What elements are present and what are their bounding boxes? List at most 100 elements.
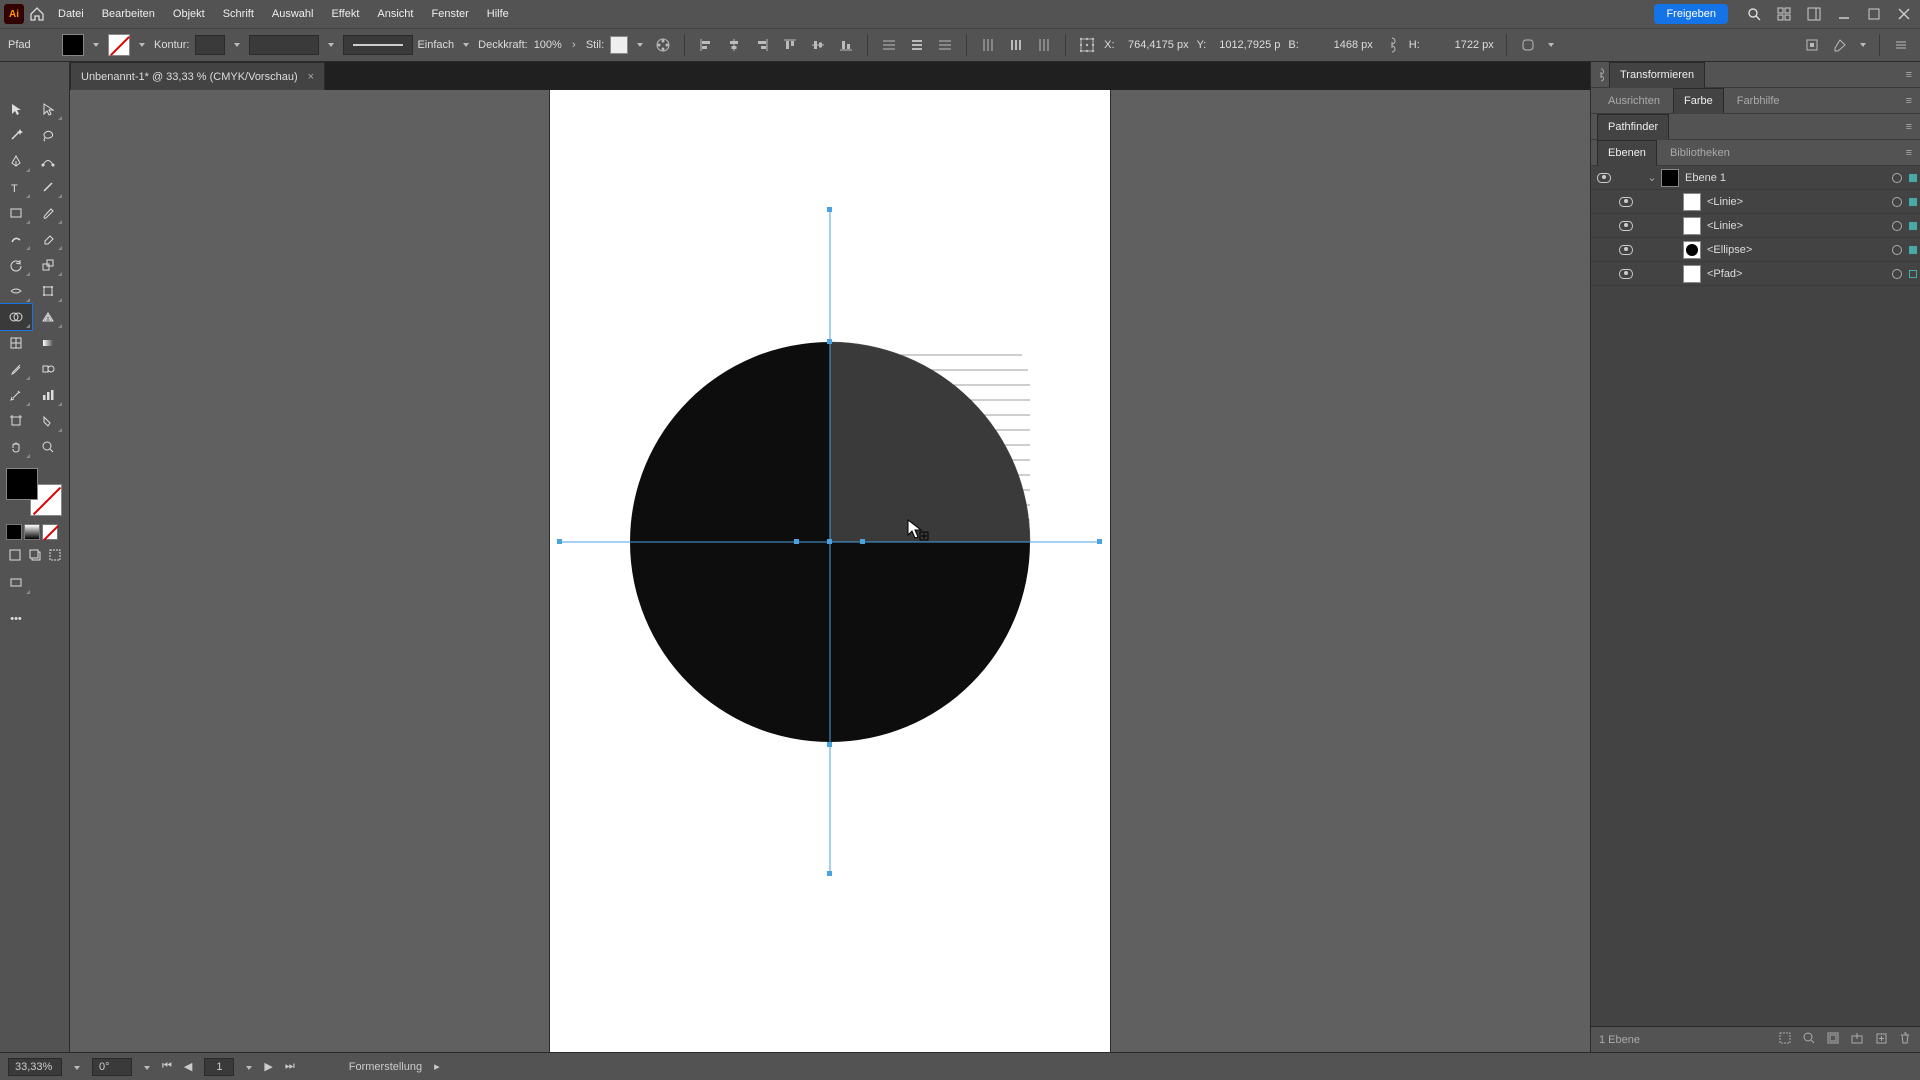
sublayer-row-ellipse[interactable]: <Ellipse>	[1591, 238, 1920, 262]
artboard-dropdown-icon[interactable]	[246, 1061, 252, 1073]
scale-tool-icon[interactable]	[32, 252, 64, 278]
layer-name[interactable]: Ebene 1	[1685, 172, 1888, 184]
canvas-area[interactable]	[70, 90, 1590, 1052]
home-icon[interactable]	[26, 3, 48, 25]
brush-definition[interactable]	[343, 35, 413, 55]
arrange-docs-icon[interactable]	[1772, 2, 1796, 26]
recolor-icon[interactable]	[652, 34, 674, 56]
target-icon[interactable]	[1888, 173, 1906, 183]
align-bottom-icon[interactable]	[835, 34, 857, 56]
farbe-panel-menu-icon[interactable]: ≡	[1898, 95, 1920, 107]
window-minimize-icon[interactable]	[1832, 2, 1856, 26]
align-vcenter-icon[interactable]	[807, 34, 829, 56]
lasso-tool-icon[interactable]	[32, 122, 64, 148]
zoom-dropdown-icon[interactable]	[74, 1061, 80, 1073]
menu-datei[interactable]: Datei	[50, 0, 92, 28]
stroke-dropdown-icon[interactable]	[136, 39, 148, 51]
distribute-bottom-icon[interactable]	[934, 34, 956, 56]
align-left-icon[interactable]	[695, 34, 717, 56]
graphic-style-swatch[interactable]	[610, 36, 628, 54]
workspace-icon[interactable]	[1802, 2, 1826, 26]
window-close-icon[interactable]	[1892, 2, 1916, 26]
magic-wand-tool-icon[interactable]	[0, 122, 32, 148]
shapebuilder-highlight-region[interactable]	[830, 342, 1030, 542]
zoom-field[interactable]: 33,33%	[8, 1058, 62, 1076]
panel-tab-farbe[interactable]: Farbe	[1673, 88, 1724, 114]
visibility-toggle-icon[interactable]	[1613, 245, 1639, 255]
distribute-right-icon[interactable]	[1033, 34, 1055, 56]
visibility-toggle-icon[interactable]	[1591, 173, 1617, 183]
distribute-left-icon[interactable]	[977, 34, 999, 56]
y-value[interactable]: 1012,7925 p	[1212, 39, 1282, 51]
visibility-toggle-icon[interactable]	[1613, 221, 1639, 231]
delete-layer-icon[interactable]	[1898, 1031, 1912, 1048]
sublayer-row-linie-2[interactable]: <Linie>	[1591, 214, 1920, 238]
panel-tab-farbhilfe[interactable]: Farbhilfe	[1726, 88, 1791, 114]
align-top-icon[interactable]	[779, 34, 801, 56]
stroke-swatch[interactable]	[108, 34, 130, 56]
perspective-grid-tool-icon[interactable]	[32, 304, 64, 330]
layer-clip-icon[interactable]	[1778, 1031, 1792, 1048]
target-icon[interactable]	[1888, 221, 1906, 231]
symbol-sprayer-tool-icon[interactable]	[0, 382, 32, 408]
layer-disclosure-icon[interactable]: ⌄	[1643, 171, 1661, 184]
edit-contents-icon[interactable]	[1829, 34, 1851, 56]
x-value[interactable]: 764,4175 px	[1121, 39, 1191, 51]
column-graph-tool-icon[interactable]	[32, 382, 64, 408]
target-icon[interactable]	[1888, 245, 1906, 255]
rotate-tool-icon[interactable]	[0, 252, 32, 278]
control-overflow-icon[interactable]	[1857, 39, 1869, 51]
align-hcenter-icon[interactable]	[723, 34, 745, 56]
ebenen-panel-menu-icon[interactable]: ≡	[1898, 147, 1920, 159]
locate-object-icon[interactable]	[1802, 1031, 1816, 1048]
w-value[interactable]: 1468 px	[1305, 39, 1375, 51]
gradient-tool-icon[interactable]	[32, 330, 64, 356]
artboard-first-icon[interactable]: ⏮	[162, 1060, 172, 1073]
panel-tab-pathfinder[interactable]: Pathfinder	[1597, 114, 1669, 140]
window-maximize-icon[interactable]	[1862, 2, 1886, 26]
shaper-tool-icon[interactable]	[0, 226, 32, 252]
target-icon[interactable]	[1888, 197, 1906, 207]
slice-tool-icon[interactable]	[32, 408, 64, 434]
panel-tab-bibliotheken[interactable]: Bibliotheken	[1659, 140, 1741, 166]
fill-dropdown-icon[interactable]	[90, 39, 102, 51]
hand-tool-icon[interactable]	[0, 434, 32, 460]
curvature-tool-icon[interactable]	[32, 148, 64, 174]
sublayer-row-linie-1[interactable]: <Linie>	[1591, 190, 1920, 214]
sublayer-name[interactable]: <Linie>	[1707, 220, 1888, 232]
blend-tool-icon[interactable]	[32, 356, 64, 382]
line-segment-tool-icon[interactable]	[32, 174, 64, 200]
screen-mode-icon[interactable]	[0, 570, 32, 596]
draw-normal-icon[interactable]	[6, 546, 24, 564]
artboard-prev-icon[interactable]: ◀	[184, 1060, 192, 1073]
selection-indicator[interactable]	[1906, 270, 1920, 278]
selection-indicator[interactable]	[1906, 246, 1920, 254]
sublayer-row-pfad[interactable]: <Pfad>	[1591, 262, 1920, 286]
menu-bearbeiten[interactable]: Bearbeiten	[94, 0, 163, 28]
default-fill-swatch[interactable]	[6, 468, 38, 500]
transform-reference-icon[interactable]	[1076, 34, 1098, 56]
free-transform-tool-icon[interactable]	[32, 278, 64, 304]
menu-objekt[interactable]: Objekt	[165, 0, 213, 28]
fill-swatch[interactable]	[62, 34, 84, 56]
sublayer-name[interactable]: <Pfad>	[1707, 268, 1888, 280]
rotation-dropdown-icon[interactable]	[144, 1061, 150, 1073]
paintbrush-tool-icon[interactable]	[32, 200, 64, 226]
artboard-tool-icon[interactable]	[0, 408, 32, 434]
h-value[interactable]: 1722 px	[1426, 39, 1496, 51]
selection-indicator[interactable]	[1906, 222, 1920, 230]
gradient-mode-icon[interactable]	[24, 524, 40, 540]
align-right-icon[interactable]	[751, 34, 773, 56]
width-tool-icon[interactable]	[0, 278, 32, 304]
artboard-index-field[interactable]: 1	[204, 1058, 234, 1076]
distribute-hcenter-icon[interactable]	[1005, 34, 1027, 56]
search-icon[interactable]	[1742, 2, 1766, 26]
panel-tab-ebenen[interactable]: Ebenen	[1597, 140, 1657, 166]
distribute-vcenter-icon[interactable]	[906, 34, 928, 56]
brush-dropdown-icon[interactable]	[460, 39, 472, 51]
eyedropper-tool-icon[interactable]	[0, 356, 32, 382]
new-layer-icon[interactable]	[1874, 1031, 1888, 1048]
rectangle-tool-icon[interactable]	[0, 200, 32, 226]
deckkraft-arrow-icon[interactable]: ›	[568, 39, 580, 51]
menu-auswahl[interactable]: Auswahl	[264, 0, 322, 28]
